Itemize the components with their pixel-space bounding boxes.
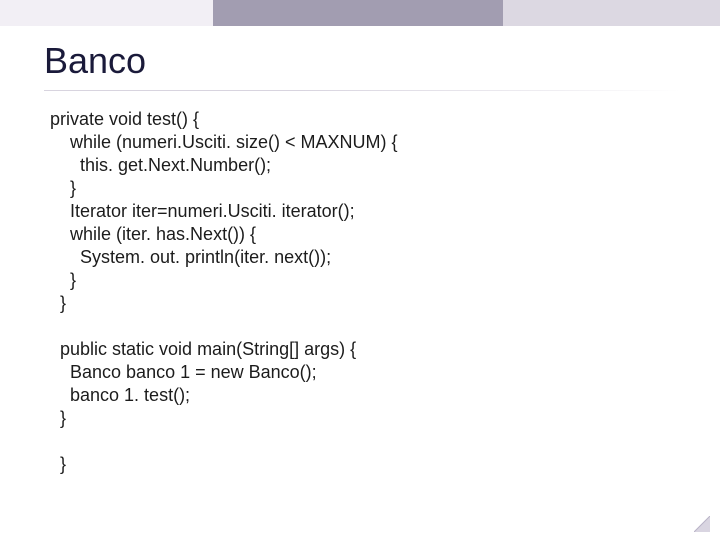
header-stripe-seg-1 (0, 0, 213, 26)
code-block: private void test() { while (numeri.Usci… (50, 108, 398, 477)
corner-fold-icon (694, 516, 710, 532)
title-underline (44, 90, 680, 91)
slide-title: Banco (44, 40, 146, 82)
header-stripe-seg-2 (213, 0, 503, 26)
header-stripe (0, 0, 720, 26)
header-stripe-seg-3 (503, 0, 720, 26)
